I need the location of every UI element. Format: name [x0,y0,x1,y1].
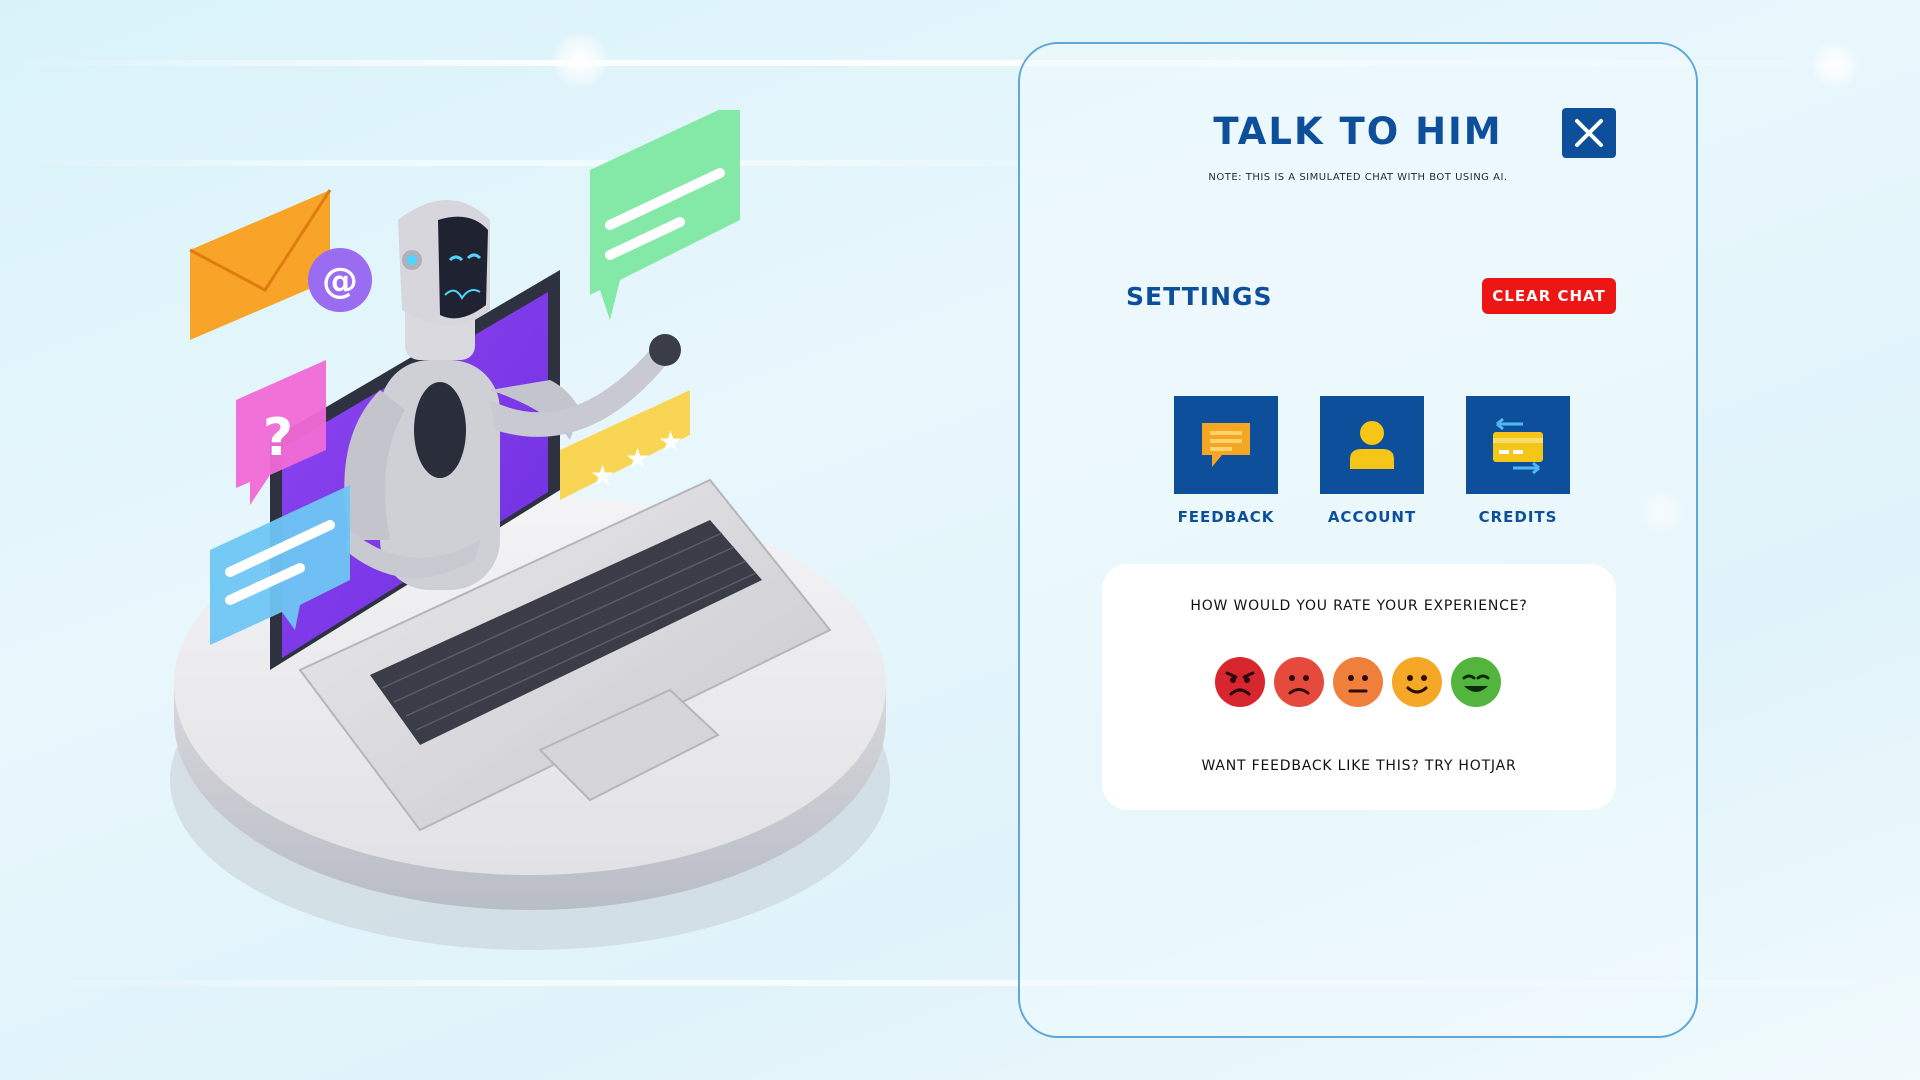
green-chat-bubble-icon [590,110,740,320]
credits-tile-box [1466,396,1570,494]
neutral-face-icon[interactable] [1332,656,1384,708]
angry-face-icon[interactable] [1214,656,1266,708]
feedback-tile-label: FEEDBACK [1177,508,1275,526]
robot-laptop-illustration: @ ? ★ ★ ★ [170,110,890,950]
envelope-icon [189,189,332,340]
feedback-tile[interactable]: FEEDBACK [1161,396,1291,526]
at-sign-icon: @ [308,248,372,312]
background-glow-dot [550,30,610,90]
hotjar-link[interactable]: WANT FEEDBACK LIKE THIS? TRY HOTJAR [1102,758,1616,774]
close-icon [1575,119,1603,147]
settings-panel: TALK TO HIM NOTE: THIS IS A SIMULATED CH… [1018,42,1698,1038]
account-tile-label: ACCOUNT [1327,508,1417,526]
feedback-chat-icon [1202,423,1250,467]
svg-text:?: ? [263,408,293,468]
account-user-icon [1350,421,1394,469]
background-glow-dot [1810,40,1860,90]
sad-face-icon[interactable] [1273,656,1325,708]
account-tile[interactable]: ACCOUNT [1307,396,1437,526]
credits-tile-label: CREDITS [1478,508,1558,526]
settings-title: SETTINGS [1126,282,1273,311]
credits-tile[interactable]: CREDITS [1453,396,1583,526]
svg-text:★: ★ [658,425,683,458]
rating-question: HOW WOULD YOU RATE YOUR EXPERIENCE? [1190,598,1528,614]
credits-card-icon [1493,417,1543,475]
happy-face-icon[interactable] [1391,656,1443,708]
rating-card: HOW WOULD YOU RATE YOUR EXPERIENCE? WANT… [1102,564,1616,810]
panel-note: NOTE: THIS IS A SIMULATED CHAT WITH BOT … [1208,172,1508,183]
close-button[interactable] [1562,108,1616,158]
feedback-tile-box [1174,396,1278,494]
clear-chat-button[interactable]: CLEAR CHAT [1482,278,1616,314]
very-happy-face-icon[interactable] [1450,656,1502,708]
rating-faces [1214,656,1502,708]
account-tile-box [1320,396,1424,494]
svg-text:@: @ [322,261,358,302]
svg-text:★: ★ [625,442,650,475]
svg-text:★: ★ [590,459,615,492]
